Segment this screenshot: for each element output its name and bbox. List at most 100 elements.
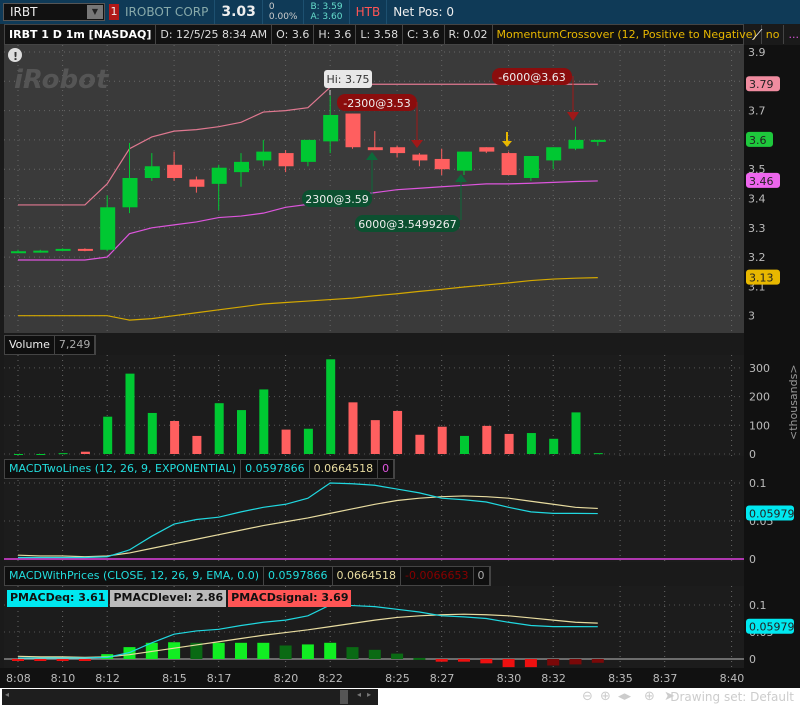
candle-down xyxy=(390,147,406,154)
buy-annotation-2: 6000@3.5499267 xyxy=(358,218,456,231)
pmacdeq-label: PMACDeq: 3.61 xyxy=(7,590,109,607)
volume-bar xyxy=(281,429,291,454)
volume-tick: 100 xyxy=(749,419,770,432)
scroll-right-icon[interactable]: ▸ xyxy=(367,690,371,699)
scroll-left-icon[interactable]: ◂ xyxy=(5,690,9,699)
price-badge-label: 3.6 xyxy=(749,134,767,147)
price-tick: 3.3 xyxy=(748,222,766,235)
time-label: 8:40 xyxy=(720,672,745,685)
time-label: 8:25 xyxy=(385,672,410,685)
histogram-bar xyxy=(391,653,404,659)
price-badge-label: 3.79 xyxy=(749,78,774,91)
macd2-header: MACDWithPrices (CLOSE, 12, 26, 9, EMA, 0… xyxy=(4,566,491,586)
macd2-diff: -0.0066653 xyxy=(401,567,474,585)
zoom-in-icon[interactable]: ⊕ xyxy=(600,689,611,704)
horizontal-scrollbar[interactable]: ◂ ◂ ▸ xyxy=(2,689,378,705)
price-tick: 3.7 xyxy=(748,105,766,118)
histogram-bar xyxy=(502,659,515,668)
histogram-bar xyxy=(257,642,270,659)
price-tick: 3 xyxy=(748,310,755,323)
macd2-label[interactable]: MACDWithPrices (CLOSE, 12, 26, 9, EMA, 0… xyxy=(5,567,265,585)
candle-up xyxy=(234,161,249,173)
volume-tick: 0 xyxy=(749,448,756,461)
volume-bar xyxy=(370,420,380,454)
macd2-value: 0.0597866 xyxy=(264,567,333,585)
volume-bar xyxy=(170,420,180,454)
candle-up xyxy=(256,151,272,161)
volume-bar xyxy=(437,426,447,454)
price-tick: 3.9 xyxy=(748,46,766,59)
time-label: 8:22 xyxy=(318,672,343,685)
volume-bar xyxy=(192,435,202,454)
candle-down xyxy=(167,164,183,178)
candle-up xyxy=(144,166,160,178)
histogram-bar xyxy=(235,642,247,659)
candle-up xyxy=(300,139,316,162)
volume-bar xyxy=(526,433,536,454)
crosshair-icon[interactable]: ⊕ xyxy=(644,689,655,704)
alert-icon-glyph: ! xyxy=(13,50,18,63)
candle-up xyxy=(523,156,539,178)
histogram-bar xyxy=(279,645,292,659)
time-label: 8:20 xyxy=(274,672,299,685)
macd2-badge-label: 0.05979 xyxy=(749,621,795,634)
price-tick: 3.4 xyxy=(748,193,766,206)
histogram-bar xyxy=(34,659,47,661)
candle-down xyxy=(479,147,495,152)
macd1-label[interactable]: MACDTwoLines (12, 26, 9, EXPONENTIAL) xyxy=(5,460,242,478)
candle-up xyxy=(568,139,584,149)
histogram-bar xyxy=(212,642,225,659)
macd1-badge-label: 0.05979 xyxy=(749,508,795,521)
histogram-bar xyxy=(346,647,359,659)
sell-annotation-1: -2300@3.53 xyxy=(343,97,410,110)
volume-tick: 200 xyxy=(749,391,770,404)
histogram-bar xyxy=(480,659,493,664)
scrollbar-thumb[interactable] xyxy=(340,690,348,704)
time-label: 8:32 xyxy=(541,672,566,685)
time-label: 8:30 xyxy=(497,672,522,685)
macd2-tick: 0.1 xyxy=(749,599,767,612)
candle-down xyxy=(278,153,294,167)
pan-icon[interactable]: ◂▸ xyxy=(618,689,631,704)
candle-up xyxy=(323,114,339,142)
volume-bar xyxy=(571,412,581,454)
candle-down xyxy=(189,179,205,187)
histogram-bar xyxy=(368,649,381,659)
candle-down xyxy=(77,248,93,251)
volume-bar xyxy=(460,435,469,454)
time-label: 8:17 xyxy=(207,672,232,685)
macd1-signal: 0.0664518 xyxy=(310,460,379,478)
buy-annotation-1: 2300@3.59 xyxy=(305,193,369,206)
macd1-value: 0.0597866 xyxy=(241,460,310,478)
volume-bar xyxy=(237,410,246,454)
macd1-header: MACDTwoLines (12, 26, 9, EXPONENTIAL) 0.… xyxy=(4,459,396,479)
volume-bar xyxy=(58,453,68,455)
candle-up xyxy=(33,250,49,253)
zoom-out-icon[interactable]: ⊖ xyxy=(582,689,593,704)
volume-label: Volume xyxy=(5,336,55,354)
histogram-bar xyxy=(569,659,582,665)
scroll-left-small-icon[interactable]: ◂ xyxy=(357,690,361,699)
volume-bar xyxy=(482,425,492,454)
volume-unit-label: <thousands> xyxy=(787,364,800,440)
histogram-bar xyxy=(168,642,181,659)
macd2-tick: 0 xyxy=(749,653,756,666)
histogram-bar xyxy=(324,642,337,659)
histogram-bar xyxy=(547,659,560,666)
irobot-watermark: iRobot xyxy=(14,65,110,95)
time-label: 8:08 xyxy=(6,672,31,685)
histogram-bar xyxy=(591,659,604,663)
time-label: 8:27 xyxy=(430,672,455,685)
candle-up xyxy=(100,207,116,250)
volume-bar xyxy=(348,402,358,454)
time-label: 8:37 xyxy=(653,672,678,685)
drawing-set-label[interactable]: Drawing set: Default xyxy=(670,690,794,704)
candle-up xyxy=(55,248,71,251)
macd1-tick: 0.1 xyxy=(749,477,767,490)
time-label: 8:35 xyxy=(608,672,633,685)
volume-bar xyxy=(103,416,113,454)
histogram-bar xyxy=(435,659,448,662)
candle-down xyxy=(367,147,383,151)
candle-up xyxy=(457,151,472,171)
candle-up xyxy=(590,139,606,142)
